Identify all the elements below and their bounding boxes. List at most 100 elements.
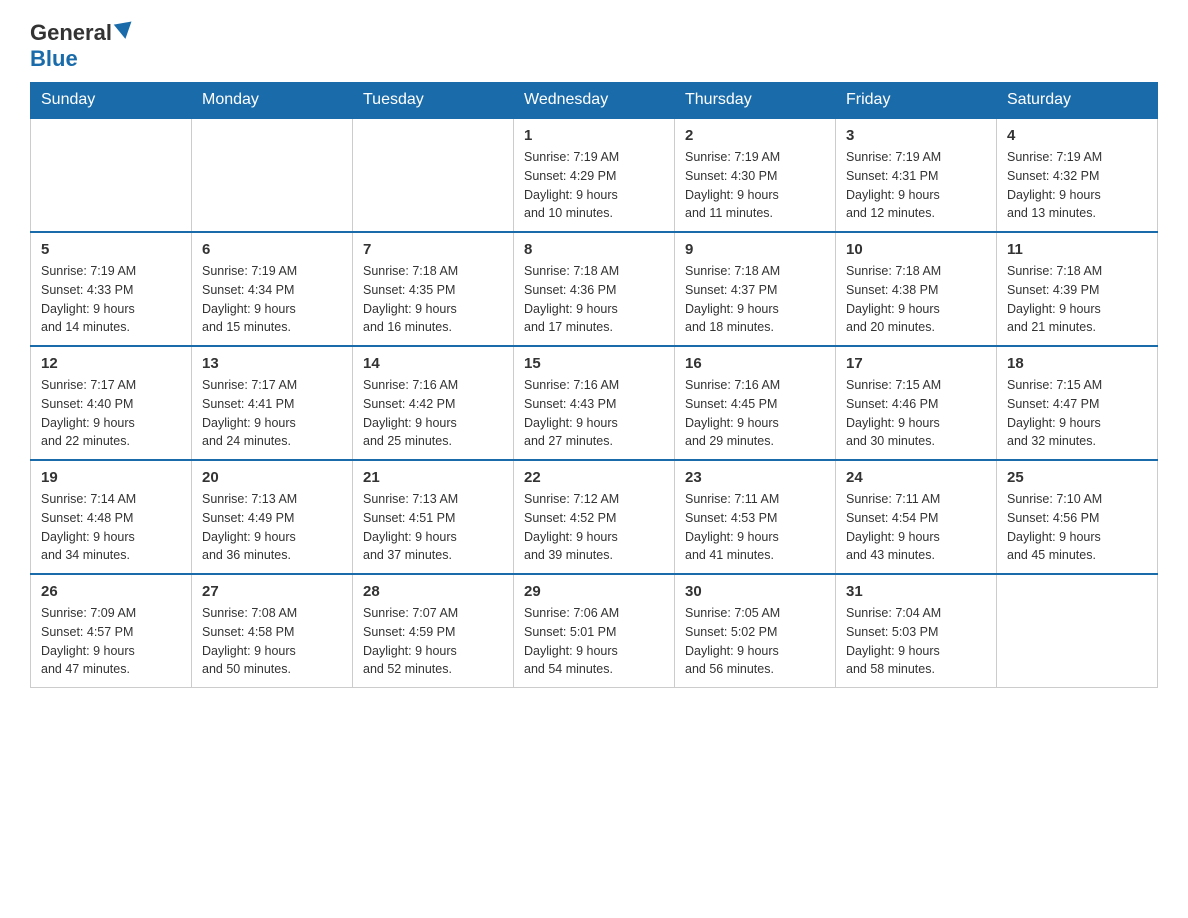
day-number: 31 <box>846 583 986 600</box>
day-info: Sunrise: 7:11 AM Sunset: 4:53 PM Dayligh… <box>685 490 825 565</box>
calendar-day-23: 23 Sunrise: 7:11 AM Sunset: 4:53 PM Dayli… <box>675 460 836 574</box>
day-number: 19 <box>41 469 181 486</box>
calendar-day-19: 19 Sunrise: 7:14 AM Sunset: 4:48 PM Dayli… <box>31 460 192 574</box>
day-info: Sunrise: 7:18 AM Sunset: 4:39 PM Dayligh… <box>1007 262 1147 337</box>
day-number: 5 <box>41 241 181 258</box>
calendar-header-saturday: Saturday <box>997 83 1158 119</box>
calendar-empty-cell <box>997 574 1158 688</box>
day-number: 21 <box>363 469 503 486</box>
calendar-empty-cell <box>192 118 353 232</box>
day-info: Sunrise: 7:11 AM Sunset: 4:54 PM Dayligh… <box>846 490 986 565</box>
day-number: 23 <box>685 469 825 486</box>
calendar-day-4: 4 Sunrise: 7:19 AM Sunset: 4:32 PM Daylig… <box>997 118 1158 232</box>
calendar-empty-cell <box>353 118 514 232</box>
day-info: Sunrise: 7:18 AM Sunset: 4:36 PM Dayligh… <box>524 262 664 337</box>
day-number: 1 <box>524 127 664 144</box>
calendar-day-17: 17Sunrise: 7:15 AM Sunset: 4:46 PM Dayli… <box>836 346 997 460</box>
logo-blue-text: Blue <box>30 46 78 72</box>
day-info: Sunrise: 7:16 AM Sunset: 4:42 PM Dayligh… <box>363 376 503 451</box>
day-info: Sunrise: 7:18 AM Sunset: 4:37 PM Dayligh… <box>685 262 825 337</box>
calendar-day-20: 20Sunrise: 7:13 AM Sunset: 4:49 PM Dayli… <box>192 460 353 574</box>
day-info: Sunrise: 7:16 AM Sunset: 4:45 PM Dayligh… <box>685 376 825 451</box>
calendar-day-12: 12 Sunrise: 7:17 AM Sunset: 4:40 PM Dayli… <box>31 346 192 460</box>
day-info: Sunrise: 7:09 AM Sunset: 4:57 PM Dayligh… <box>41 604 181 679</box>
calendar-day-16: 16 Sunrise: 7:16 AM Sunset: 4:45 PM Dayli… <box>675 346 836 460</box>
logo-general-text: General <box>30 20 112 46</box>
day-number: 16 <box>685 355 825 372</box>
day-info: Sunrise: 7:16 AM Sunset: 4:43 PM Dayligh… <box>524 376 664 451</box>
calendar-day-7: 7 Sunrise: 7:18 AM Sunset: 4:35 PM Daylig… <box>353 232 514 346</box>
calendar-table: SundayMondayTuesdayWednesdayThursdayFrid… <box>30 82 1158 688</box>
day-info: Sunrise: 7:07 AM Sunset: 4:59 PM Dayligh… <box>363 604 503 679</box>
calendar-header-tuesday: Tuesday <box>353 83 514 119</box>
calendar-day-28: 28 Sunrise: 7:07 AM Sunset: 4:59 PM Dayli… <box>353 574 514 688</box>
day-number: 7 <box>363 241 503 258</box>
day-number: 22 <box>524 469 664 486</box>
calendar-week-row-4: 19 Sunrise: 7:14 AM Sunset: 4:48 PM Dayli… <box>31 460 1158 574</box>
day-info: Sunrise: 7:15 AM Sunset: 4:47 PM Dayligh… <box>1007 376 1147 451</box>
calendar-day-26: 26 Sunrise: 7:09 AM Sunset: 4:57 PM Dayli… <box>31 574 192 688</box>
calendar-week-row-3: 12 Sunrise: 7:17 AM Sunset: 4:40 PM Dayli… <box>31 346 1158 460</box>
day-info: Sunrise: 7:12 AM Sunset: 4:52 PM Dayligh… <box>524 490 664 565</box>
calendar-day-22: 22 Sunrise: 7:12 AM Sunset: 4:52 PM Dayli… <box>514 460 675 574</box>
calendar-week-row-5: 26 Sunrise: 7:09 AM Sunset: 4:57 PM Dayli… <box>31 574 1158 688</box>
day-info: Sunrise: 7:19 AM Sunset: 4:29 PM Dayligh… <box>524 148 664 223</box>
calendar-day-2: 2 Sunrise: 7:19 AM Sunset: 4:30 PM Daylig… <box>675 118 836 232</box>
day-info: Sunrise: 7:17 AM Sunset: 4:41 PM Dayligh… <box>202 376 342 451</box>
calendar-day-11: 11 Sunrise: 7:18 AM Sunset: 4:39 PM Dayli… <box>997 232 1158 346</box>
calendar-day-31: 31 Sunrise: 7:04 AM Sunset: 5:03 PM Dayli… <box>836 574 997 688</box>
day-number: 12 <box>41 355 181 372</box>
day-info: Sunrise: 7:15 AM Sunset: 4:46 PM Dayligh… <box>846 376 986 451</box>
day-info: Sunrise: 7:14 AM Sunset: 4:48 PM Dayligh… <box>41 490 181 565</box>
day-number: 11 <box>1007 241 1147 258</box>
calendar-day-21: 21 Sunrise: 7:13 AM Sunset: 4:51 PM Dayli… <box>353 460 514 574</box>
day-info: Sunrise: 7:06 AM Sunset: 5:01 PM Dayligh… <box>524 604 664 679</box>
day-number: 18 <box>1007 355 1147 372</box>
calendar-week-row-1: 1 Sunrise: 7:19 AM Sunset: 4:29 PM Daylig… <box>31 118 1158 232</box>
day-number: 25 <box>1007 469 1147 486</box>
day-number: 15 <box>524 355 664 372</box>
calendar-day-6: 6 Sunrise: 7:19 AM Sunset: 4:34 PM Daylig… <box>192 232 353 346</box>
day-number: 4 <box>1007 127 1147 144</box>
day-info: Sunrise: 7:19 AM Sunset: 4:34 PM Dayligh… <box>202 262 342 337</box>
day-number: 10 <box>846 241 986 258</box>
calendar-header-friday: Friday <box>836 83 997 119</box>
calendar-day-5: 5 Sunrise: 7:19 AM Sunset: 4:33 PM Daylig… <box>31 232 192 346</box>
day-number: 14 <box>363 355 503 372</box>
day-number: 13 <box>202 355 342 372</box>
day-number: 24 <box>846 469 986 486</box>
day-number: 20 <box>202 469 342 486</box>
day-number: 30 <box>685 583 825 600</box>
calendar-header-sunday: Sunday <box>31 83 192 119</box>
day-info: Sunrise: 7:18 AM Sunset: 4:38 PM Dayligh… <box>846 262 986 337</box>
calendar-day-10: 10 Sunrise: 7:18 AM Sunset: 4:38 PM Dayli… <box>836 232 997 346</box>
calendar-day-30: 30 Sunrise: 7:05 AM Sunset: 5:02 PM Dayli… <box>675 574 836 688</box>
day-number: 8 <box>524 241 664 258</box>
day-info: Sunrise: 7:18 AM Sunset: 4:35 PM Dayligh… <box>363 262 503 337</box>
logo-triangle-icon <box>114 22 135 41</box>
day-info: Sunrise: 7:13 AM Sunset: 4:51 PM Dayligh… <box>363 490 503 565</box>
day-number: 6 <box>202 241 342 258</box>
calendar-day-18: 18 Sunrise: 7:15 AM Sunset: 4:47 PM Dayli… <box>997 346 1158 460</box>
calendar-header-monday: Monday <box>192 83 353 119</box>
day-info: Sunrise: 7:04 AM Sunset: 5:03 PM Dayligh… <box>846 604 986 679</box>
calendar-day-15: 15 Sunrise: 7:16 AM Sunset: 4:43 PM Dayli… <box>514 346 675 460</box>
calendar-day-27: 27Sunrise: 7:08 AM Sunset: 4:58 PM Dayli… <box>192 574 353 688</box>
day-info: Sunrise: 7:08 AM Sunset: 4:58 PM Dayligh… <box>202 604 342 679</box>
calendar-day-9: 9Sunrise: 7:18 AM Sunset: 4:37 PM Daylig… <box>675 232 836 346</box>
day-info: Sunrise: 7:19 AM Sunset: 4:33 PM Dayligh… <box>41 262 181 337</box>
day-number: 28 <box>363 583 503 600</box>
day-info: Sunrise: 7:19 AM Sunset: 4:31 PM Dayligh… <box>846 148 986 223</box>
day-number: 29 <box>524 583 664 600</box>
day-info: Sunrise: 7:17 AM Sunset: 4:40 PM Dayligh… <box>41 376 181 451</box>
day-info: Sunrise: 7:05 AM Sunset: 5:02 PM Dayligh… <box>685 604 825 679</box>
day-number: 2 <box>685 127 825 144</box>
calendar-day-13: 13 Sunrise: 7:17 AM Sunset: 4:41 PM Dayli… <box>192 346 353 460</box>
calendar-day-25: 25Sunrise: 7:10 AM Sunset: 4:56 PM Dayli… <box>997 460 1158 574</box>
day-info: Sunrise: 7:19 AM Sunset: 4:32 PM Dayligh… <box>1007 148 1147 223</box>
logo: GeneralBlue <box>30 20 133 72</box>
calendar-week-row-2: 5 Sunrise: 7:19 AM Sunset: 4:33 PM Daylig… <box>31 232 1158 346</box>
day-number: 26 <box>41 583 181 600</box>
day-info: Sunrise: 7:19 AM Sunset: 4:30 PM Dayligh… <box>685 148 825 223</box>
calendar-day-29: 29 Sunrise: 7:06 AM Sunset: 5:01 PM Dayli… <box>514 574 675 688</box>
